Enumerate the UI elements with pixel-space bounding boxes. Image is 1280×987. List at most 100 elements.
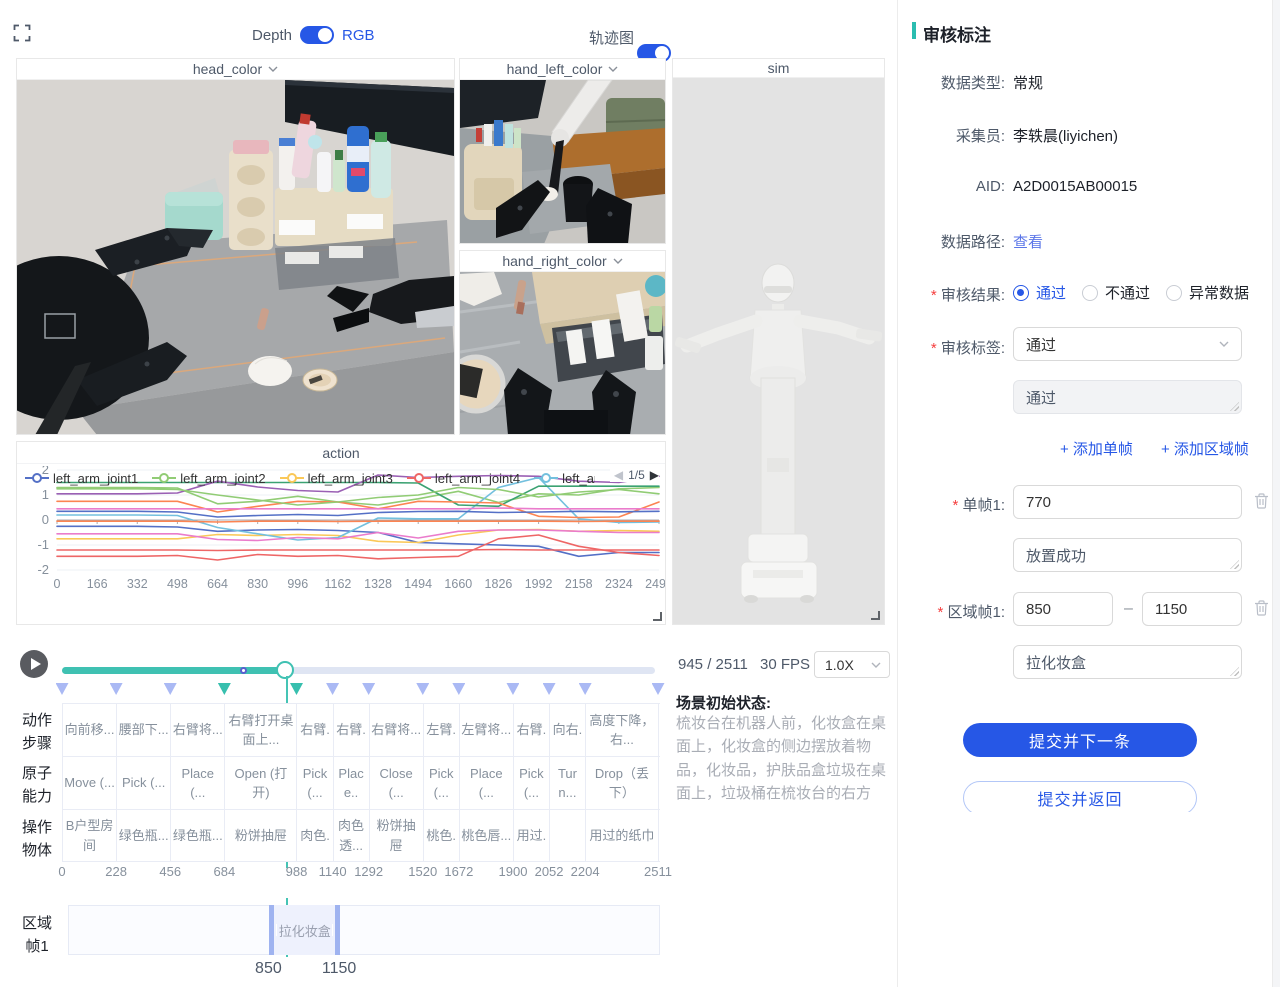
radio-selected-icon[interactable] <box>1013 285 1029 301</box>
object-cell[interactable]: 肉色透... <box>334 810 370 861</box>
frame-marker[interactable] <box>290 683 303 695</box>
step-cell[interactable]: 右臂将... <box>171 704 225 756</box>
region-frame-desc[interactable]: 拉化妆盒 <box>1013 645 1242 679</box>
axis-tick-label: 0 <box>58 864 65 879</box>
frame-marker[interactable] <box>506 683 519 695</box>
object-cell[interactable]: 粉饼抽屉 <box>370 810 424 861</box>
radio-icon[interactable] <box>1082 285 1098 301</box>
region-segment[interactable]: 拉化妆盒 <box>269 905 340 955</box>
hand-left-camera-header[interactable]: hand_left_color <box>460 59 665 80</box>
skill-cell[interactable]: Place (... <box>460 757 514 809</box>
step-cell[interactable]: 右臂将... <box>370 704 424 756</box>
frame-marker[interactable] <box>110 683 123 695</box>
object-cell[interactable]: 用过的纸巾 <box>586 810 659 861</box>
review-result-option[interactable]: 异常数据 <box>1166 282 1249 303</box>
step-cell[interactable]: 左臂将... <box>460 704 514 756</box>
play-button[interactable] <box>20 650 48 678</box>
frame-marker[interactable] <box>326 683 339 695</box>
step-cell[interactable]: 高度下降，右... <box>586 704 659 756</box>
skill-cell[interactable]: Place (... <box>171 757 225 809</box>
object-cell[interactable]: B户型房间 <box>63 810 117 861</box>
review-result-option[interactable]: 不通过 <box>1082 282 1150 303</box>
frame-marker[interactable] <box>164 683 177 695</box>
frame-marker[interactable] <box>218 683 231 695</box>
fullscreen-icon[interactable] <box>13 24 31 42</box>
chart-resize-handle[interactable] <box>653 612 662 621</box>
step-cell[interactable]: 右臂. <box>514 704 550 756</box>
step-cell[interactable]: 右臂. <box>297 704 333 756</box>
skill-cell[interactable]: Pick (... <box>514 757 550 809</box>
frame-marker[interactable] <box>543 683 556 695</box>
object-cell[interactable]: 肉色. <box>297 810 333 861</box>
sim-resize-handle[interactable] <box>871 611 880 620</box>
object-cell[interactable] <box>550 810 586 861</box>
step-cell[interactable]: 向右. <box>550 704 586 756</box>
step-cell[interactable]: 左臂. <box>424 704 460 756</box>
review-result-options: 通过不通过 异常数据 <box>1013 282 1249 303</box>
region-end-input[interactable]: 1150 <box>1142 592 1242 626</box>
region-band[interactable]: 拉化妆盒 <box>68 905 660 955</box>
hand-right-camera-header[interactable]: hand_right_color <box>460 251 665 272</box>
review-tag-select[interactable]: 通过 <box>1013 327 1242 361</box>
step-cell[interactable]: 右臂打开桌面上... <box>225 704 297 756</box>
radio-icon[interactable] <box>1166 285 1182 301</box>
submit-back-button[interactable]: 提交并返回 <box>963 781 1197 812</box>
sim-viewport[interactable] <box>673 78 884 624</box>
row-label-skills: 原子能力 <box>18 762 56 809</box>
legend-item[interactable]: left_arm_joint5 <box>534 471 595 486</box>
timeline-slider[interactable] <box>62 667 655 674</box>
legend-item[interactable]: left_arm_joint2 <box>152 471 265 486</box>
add-region-frame-link[interactable]: + 添加区域帧 <box>1161 438 1249 459</box>
speed-select[interactable]: 1.0X <box>814 651 890 678</box>
frame-marker[interactable] <box>416 683 429 695</box>
legend-item[interactable]: left_arm_joint3 <box>280 471 393 486</box>
object-cell[interactable]: 桃色. <box>424 810 460 861</box>
object-cell[interactable]: 绿色瓶... <box>171 810 225 861</box>
head-camera-header[interactable]: head_color <box>17 59 454 80</box>
object-cell[interactable]: 粉饼抽屉 <box>225 810 297 861</box>
submit-next-button[interactable]: 提交并下一条 <box>963 723 1197 757</box>
legend-item[interactable]: left_arm_joint1 <box>25 471 138 486</box>
head-camera-image <box>17 80 454 434</box>
step-cell[interactable]: 右臂. <box>334 704 370 756</box>
skill-cell[interactable]: Pick (... <box>297 757 333 809</box>
legend-next-icon[interactable]: ▶ <box>650 468 659 482</box>
skill-cell[interactable]: Open (打开) <box>225 757 297 809</box>
segment-handle-left[interactable] <box>276 924 277 936</box>
frame-marker[interactable] <box>452 683 465 695</box>
view-link[interactable]: 查看 <box>1013 231 1043 252</box>
review-tag-note[interactable]: 通过 <box>1013 380 1242 414</box>
svg-text:2324: 2324 <box>605 577 633 591</box>
skill-cell[interactable]: Pick (... <box>424 757 460 809</box>
review-result-option[interactable]: 通过 <box>1013 282 1066 303</box>
slider-handle[interactable] <box>276 661 294 679</box>
frame-marker[interactable] <box>579 683 592 695</box>
skill-cell[interactable]: Place.. <box>334 757 370 809</box>
legend-prev-icon[interactable]: ◀ <box>614 468 623 482</box>
skill-cell[interactable]: Move (... <box>63 757 117 809</box>
object-cell[interactable]: 绿色瓶... <box>117 810 171 861</box>
table-row: Move (...Pick (...Place (...Open (打开)Pic… <box>62 756 660 809</box>
segment-handle-right[interactable] <box>332 924 333 936</box>
scrollbar-track[interactable] <box>1272 0 1280 987</box>
frame-marker[interactable] <box>652 683 665 695</box>
skill-cell[interactable]: Close (... <box>370 757 424 809</box>
skill-cell[interactable]: Turn... <box>550 757 586 809</box>
delete-region-frame-icon[interactable] <box>1254 600 1269 616</box>
step-cell[interactable]: 腰部下... <box>117 704 171 756</box>
single-frame-desc[interactable]: 放置成功 <box>1013 538 1242 572</box>
skill-cell[interactable]: Drop（丢下） <box>586 757 659 809</box>
skill-cell[interactable]: Pick (... <box>117 757 171 809</box>
object-cell[interactable]: 桃色唇... <box>460 810 514 861</box>
single-frame-input[interactable]: 770 <box>1013 485 1242 519</box>
step-cell[interactable]: 向前移... <box>63 704 117 756</box>
add-single-frame-link[interactable]: + 添加单帧 <box>1060 438 1133 459</box>
region-start-input[interactable]: 850 <box>1013 592 1113 626</box>
depth-rgb-toggle[interactable] <box>300 26 334 44</box>
frame-marker[interactable] <box>56 683 69 695</box>
delete-single-frame-icon[interactable] <box>1254 493 1269 509</box>
radio-label: 异常数据 <box>1189 282 1249 303</box>
object-cell[interactable]: 用过. <box>514 810 550 861</box>
legend-item[interactable]: left_arm_joint4 <box>407 471 520 486</box>
frame-marker[interactable] <box>362 683 375 695</box>
